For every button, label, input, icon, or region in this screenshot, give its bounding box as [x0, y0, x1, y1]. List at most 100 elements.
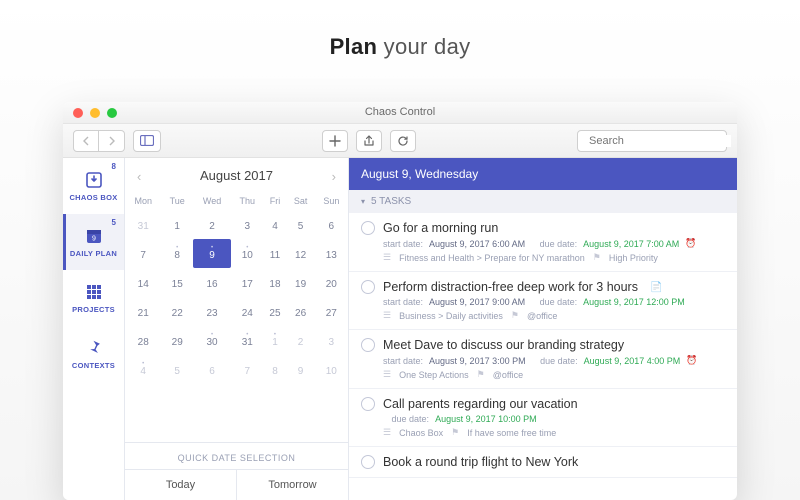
add-button[interactable] — [322, 130, 348, 152]
share-button[interactable] — [356, 130, 382, 152]
calendar-day[interactable]: 2 — [193, 210, 231, 239]
calendar-day[interactable]: 10 — [315, 355, 348, 384]
search-input[interactable] — [589, 135, 731, 147]
weekday-label: Fri — [263, 192, 286, 210]
toolbar — [63, 124, 737, 158]
calendar-day[interactable]: 7 — [125, 239, 161, 268]
sync-button[interactable] — [390, 130, 416, 152]
sidebar-icon — [140, 135, 154, 146]
calendar-day[interactable]: 9 — [287, 355, 315, 384]
calendar-day[interactable]: 23 — [193, 297, 231, 326]
calendar-day[interactable]: 2 — [287, 326, 315, 355]
calendar-day[interactable]: 17 — [231, 268, 263, 297]
calendar-day[interactable]: •1 — [263, 326, 286, 355]
rail-daily-plan[interactable]: 5 9 DAILY PLAN — [63, 214, 124, 270]
calendar-day[interactable]: 11 — [263, 239, 286, 268]
calendar-day[interactable]: 5 — [287, 210, 315, 239]
weekday-label: Sat — [287, 192, 315, 210]
calendar-day[interactable]: 25 — [263, 297, 286, 326]
task-title: Call parents regarding our vacation — [383, 397, 578, 411]
calendar-day[interactable]: 16 — [193, 268, 231, 297]
tag-icon: ⚑ — [593, 252, 601, 263]
quick-tomorrow-button[interactable]: Tomorrow — [237, 470, 348, 500]
calendar-icon: 9 — [84, 226, 104, 246]
calendar-day[interactable]: 14 — [125, 268, 161, 297]
calendar-day[interactable]: 3 — [315, 326, 348, 355]
inbox-icon — [84, 170, 104, 190]
task-title: Go for a morning run — [383, 221, 498, 235]
task-checkbox[interactable] — [361, 338, 375, 352]
search-field[interactable] — [577, 130, 727, 152]
task-checkbox[interactable] — [361, 397, 375, 411]
weekday-label: Tue — [161, 192, 193, 210]
nav-forward-button[interactable] — [99, 130, 125, 152]
calendar-day[interactable]: •10 — [231, 239, 263, 268]
next-month-button[interactable]: › — [326, 167, 342, 186]
alarm-icon: ⏰ — [685, 238, 696, 249]
rail-projects[interactable]: PROJECTS — [63, 270, 124, 326]
plus-icon — [329, 135, 341, 147]
day-header: August 9, Wednesday — [349, 158, 737, 190]
task-checkbox[interactable] — [361, 280, 375, 294]
task-checkbox[interactable] — [361, 455, 375, 469]
calendar-day[interactable]: 31 — [125, 210, 161, 239]
attachment-icon: 📄 — [650, 282, 662, 293]
rail-chaos-box[interactable]: 8 CHAOS BOX — [63, 158, 124, 214]
calendar-day[interactable]: 20 — [315, 268, 348, 297]
quick-today-button[interactable]: Today — [125, 470, 237, 500]
calendar-day[interactable]: 5 — [161, 355, 193, 384]
calendar-day[interactable]: 12 — [287, 239, 315, 268]
weekday-label: Wed — [193, 192, 231, 210]
calendar-day[interactable]: •31 — [231, 326, 263, 355]
task-count-row[interactable]: ▾ 5 TASKS — [349, 190, 737, 213]
grid-icon — [84, 282, 104, 302]
calendar-day[interactable]: 13 — [315, 239, 348, 268]
tag-icon: ⚑ — [511, 310, 519, 321]
task-item[interactable]: Perform distraction-free deep work for 3… — [349, 272, 737, 330]
calendar-day[interactable]: 22 — [161, 297, 193, 326]
tag-icon: ⚑ — [451, 427, 459, 438]
weekday-label: Mon — [125, 192, 161, 210]
calendar-day[interactable]: 1 — [161, 210, 193, 239]
calendar-day[interactable]: 8 — [263, 355, 286, 384]
calendar-day[interactable]: 4 — [263, 210, 286, 239]
rail-contexts[interactable]: CONTEXTS — [63, 326, 124, 382]
calendar-day[interactable]: 7 — [231, 355, 263, 384]
calendar-day[interactable]: 6 — [315, 210, 348, 239]
folder-icon: ☰ — [383, 369, 391, 380]
calendar-day[interactable]: 21 — [125, 297, 161, 326]
calendar-day[interactable]: 29 — [161, 326, 193, 355]
calendar-day[interactable]: 18 — [263, 268, 286, 297]
nav-rail: 8 CHAOS BOX 5 9 DAILY PLAN PROJECTS — [63, 158, 125, 500]
task-title: Book a round trip flight to New York — [383, 455, 578, 469]
task-item[interactable]: Meet Dave to discuss our branding strate… — [349, 330, 737, 389]
app-window: Chaos Control — [63, 102, 737, 500]
task-checkbox[interactable] — [361, 221, 375, 235]
calendar-day[interactable]: •9 — [193, 239, 231, 268]
calendar-day[interactable]: 28 — [125, 326, 161, 355]
calendar-day[interactable]: •4 — [125, 355, 161, 384]
calendar-day[interactable]: 3 — [231, 210, 263, 239]
task-item[interactable]: Call parents regarding our vacation due … — [349, 389, 737, 447]
tag-icon: ⚑ — [477, 369, 485, 380]
alarm-icon: ⏰ — [686, 355, 697, 366]
calendar-day[interactable]: •8 — [161, 239, 193, 268]
chevron-down-icon: ▾ — [361, 197, 365, 206]
calendar-day[interactable]: 6 — [193, 355, 231, 384]
calendar-panel: ‹ August 2017 › MonTueWedThuFriSatSun 31… — [125, 158, 349, 500]
sidebar-toggle-button[interactable] — [133, 130, 161, 152]
chevron-left-icon — [82, 136, 90, 146]
calendar-day[interactable]: 15 — [161, 268, 193, 297]
folder-icon: ☰ — [383, 427, 391, 438]
folder-icon: ☰ — [383, 252, 391, 263]
page-headline: Plan your day — [0, 0, 800, 60]
calendar-day[interactable]: 19 — [287, 268, 315, 297]
nav-back-button[interactable] — [73, 130, 99, 152]
task-item[interactable]: Go for a morning runstart date: August 9… — [349, 213, 737, 272]
calendar-day[interactable]: 27 — [315, 297, 348, 326]
prev-month-button[interactable]: ‹ — [131, 167, 147, 186]
task-item[interactable]: Book a round trip flight to New York — [349, 447, 737, 478]
calendar-day[interactable]: 26 — [287, 297, 315, 326]
calendar-day[interactable]: •30 — [193, 326, 231, 355]
calendar-day[interactable]: 24 — [231, 297, 263, 326]
